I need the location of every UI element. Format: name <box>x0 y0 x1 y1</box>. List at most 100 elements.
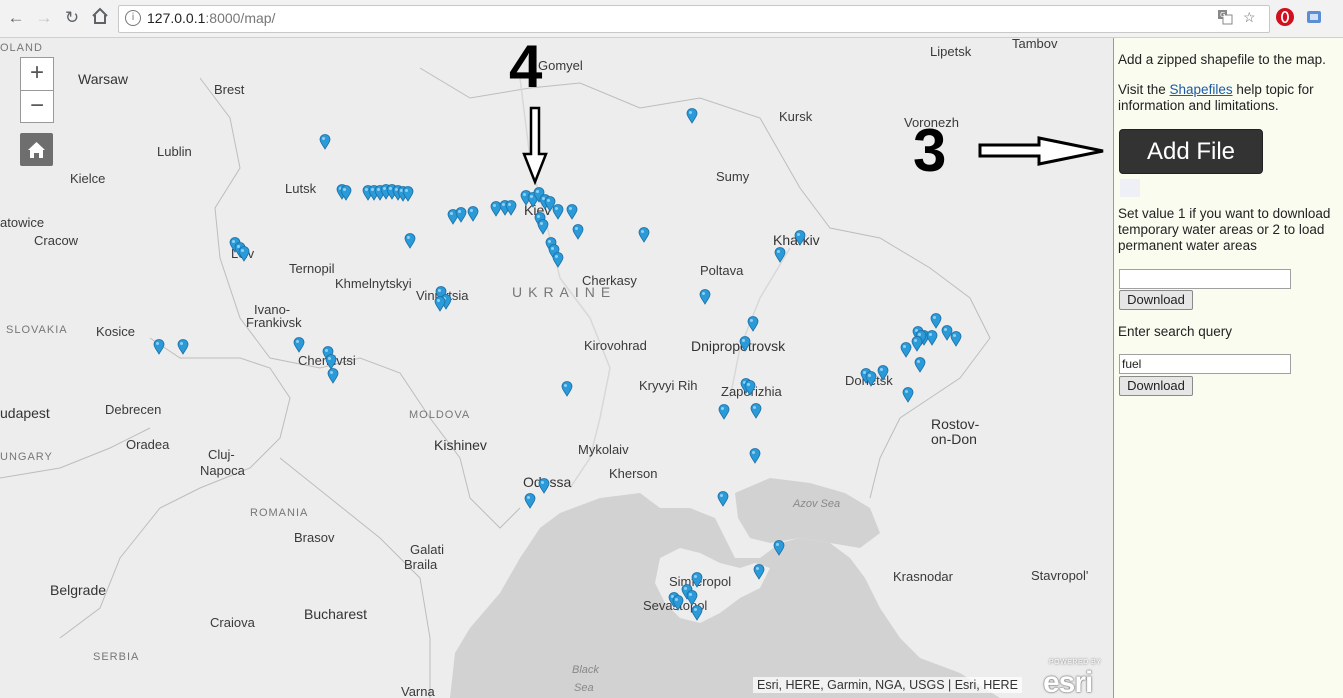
map-marker-pin-icon[interactable] <box>926 330 938 346</box>
map-marker-pin-icon[interactable] <box>672 595 684 611</box>
map-marker-pin-icon[interactable] <box>524 493 536 509</box>
map-marker-pin-icon[interactable] <box>691 605 703 621</box>
map-marker-pin-icon[interactable] <box>537 219 549 235</box>
map-label-kryvyi-rih: Kryvyi Rih <box>639 378 698 393</box>
map-label-oland: OLAND <box>0 42 43 54</box>
map-marker-pin-icon[interactable] <box>404 233 416 249</box>
map-label-mykolaiv: Mykolaiv <box>578 442 629 457</box>
map-marker-pin-icon[interactable] <box>747 316 759 332</box>
map-marker-pin-icon[interactable] <box>455 207 467 223</box>
map-marker-pin-icon[interactable] <box>739 336 751 352</box>
add-file-button[interactable]: Add File <box>1119 129 1263 174</box>
home-extent-button[interactable] <box>20 133 53 166</box>
map-label-kherson: Kherson <box>609 466 658 481</box>
value-input[interactable] <box>1119 269 1291 289</box>
zoom-control: + − <box>20 57 54 123</box>
map-marker-pin-icon[interactable] <box>552 204 564 220</box>
zoom-in-button[interactable]: + <box>21 58 53 90</box>
search-label: Enter search query <box>1118 324 1233 339</box>
back-arrow-icon[interactable]: ← <box>5 7 27 29</box>
map-marker-pin-icon[interactable] <box>238 246 250 262</box>
home-icon <box>28 142 45 158</box>
esri-logo[interactable]: POWERED BY esri <box>1043 659 1105 698</box>
map-marker-pin-icon[interactable] <box>293 337 305 353</box>
reload-icon[interactable]: ↻ <box>61 7 83 29</box>
map-marker-pin-icon[interactable] <box>402 186 414 202</box>
map-label-black: Black <box>572 664 599 676</box>
map-marker-pin-icon[interactable] <box>505 200 517 216</box>
map-label-craiova: Craiova <box>210 615 255 630</box>
map-marker-pin-icon[interactable] <box>467 206 479 222</box>
map-label-moldova: MOLDOVA <box>409 409 471 421</box>
map-marker-pin-icon[interactable] <box>718 404 730 420</box>
map-label-kirovohrad: Kirovohrad <box>584 338 647 353</box>
map-label-varna: Varna <box>401 684 435 698</box>
map-label-sumy: Sumy <box>716 169 750 184</box>
map-label-stavropol: Stavropol' <box>1031 568 1089 583</box>
map-marker-pin-icon[interactable] <box>340 185 352 201</box>
download-button-2[interactable]: Download <box>1119 376 1193 396</box>
map-label-warsaw: Warsaw <box>78 71 129 87</box>
map-label-belgrade: Belgrade <box>50 582 107 598</box>
map-marker-pin-icon[interactable] <box>744 380 756 396</box>
map-marker-pin-icon[interactable] <box>773 540 785 556</box>
map-marker-pin-icon[interactable] <box>561 381 573 397</box>
map-label-romania: ROMANIA <box>250 507 309 519</box>
map-marker-pin-icon[interactable] <box>552 252 564 268</box>
map-label-lutsk: Lutsk <box>285 181 317 196</box>
info-icon[interactable]: i <box>125 10 141 26</box>
search-input[interactable]: fuel <box>1119 354 1291 374</box>
star-icon[interactable]: ☆ <box>1243 9 1256 26</box>
map-marker-pin-icon[interactable] <box>865 371 877 387</box>
forward-arrow-icon[interactable]: → <box>33 7 55 29</box>
map-marker-pin-icon[interactable] <box>699 289 711 305</box>
annotation-arrow-down-icon <box>522 106 548 186</box>
map-marker-pin-icon[interactable] <box>434 296 446 312</box>
map-marker-pin-icon[interactable] <box>774 247 786 263</box>
map-marker-pin-icon[interactable] <box>153 339 165 355</box>
map-marker-pin-icon[interactable] <box>572 224 584 240</box>
map-marker-pin-icon[interactable] <box>686 108 698 124</box>
map-marker-pin-icon[interactable] <box>319 134 331 150</box>
map-label-brest: Brest <box>214 82 245 97</box>
map-label-napoca: Napoca <box>200 463 245 478</box>
extension-icon[interactable] <box>1305 8 1323 26</box>
map-marker-pin-icon[interactable] <box>638 227 650 243</box>
map-marker-pin-icon[interactable] <box>914 357 926 373</box>
map-marker-pin-icon[interactable] <box>950 331 962 347</box>
map-label-gomyel: Gomyel <box>538 58 583 73</box>
shapefiles-help-link[interactable]: Shapefiles <box>1170 82 1233 97</box>
translate-icon[interactable]: G <box>1217 9 1233 28</box>
opera-icon[interactable] <box>1276 8 1294 26</box>
map-marker-pin-icon[interactable] <box>877 365 889 381</box>
address-bar[interactable]: i 127.0.0.1:8000/map/ G ☆ <box>118 5 1270 33</box>
map-marker-pin-icon[interactable] <box>717 491 729 507</box>
zoom-out-button[interactable]: − <box>21 90 53 123</box>
map-marker-pin-icon[interactable] <box>327 368 339 384</box>
map-marker-pin-icon[interactable] <box>902 387 914 403</box>
map-label-lipetsk: Lipetsk <box>930 44 972 59</box>
map-marker-pin-icon[interactable] <box>750 403 762 419</box>
map-marker-pin-icon[interactable] <box>753 564 765 580</box>
map-marker-pin-icon[interactable] <box>794 230 806 246</box>
panel-help-text: Visit the Shapefiles help topic for info… <box>1118 82 1314 113</box>
map-marker-pin-icon[interactable] <box>538 478 550 494</box>
map-marker-pin-icon[interactable] <box>911 336 923 352</box>
map-marker-pin-icon[interactable] <box>177 339 189 355</box>
map-marker-pin-icon[interactable] <box>749 448 761 464</box>
map-label-ternopil: Ternopil <box>289 261 335 276</box>
map-label-azov-sea: Azov Sea <box>793 498 841 510</box>
map-marker-pin-icon[interactable] <box>691 572 703 588</box>
annotation-number-4: 4 <box>509 38 543 100</box>
home-icon[interactable] <box>89 7 111 29</box>
file-input-placeholder[interactable] <box>1120 179 1140 197</box>
map-view[interactable]: OLAND Warsaw Brest Gomyel Lipetsk Tambov… <box>0 38 1113 698</box>
map-label-krasnodar: Krasnodar <box>893 569 953 584</box>
map-marker-pin-icon[interactable] <box>566 204 578 220</box>
map-label-frankivsk: Frankivsk <box>246 315 302 330</box>
map-label-kursk: Kursk <box>779 109 813 124</box>
map-label-brasov: Brasov <box>294 530 335 545</box>
side-panel: Add a zipped shapefile to the map. Visit… <box>1113 38 1343 698</box>
download-button-1[interactable]: Download <box>1119 290 1193 310</box>
map-marker-pin-icon[interactable] <box>686 590 698 606</box>
